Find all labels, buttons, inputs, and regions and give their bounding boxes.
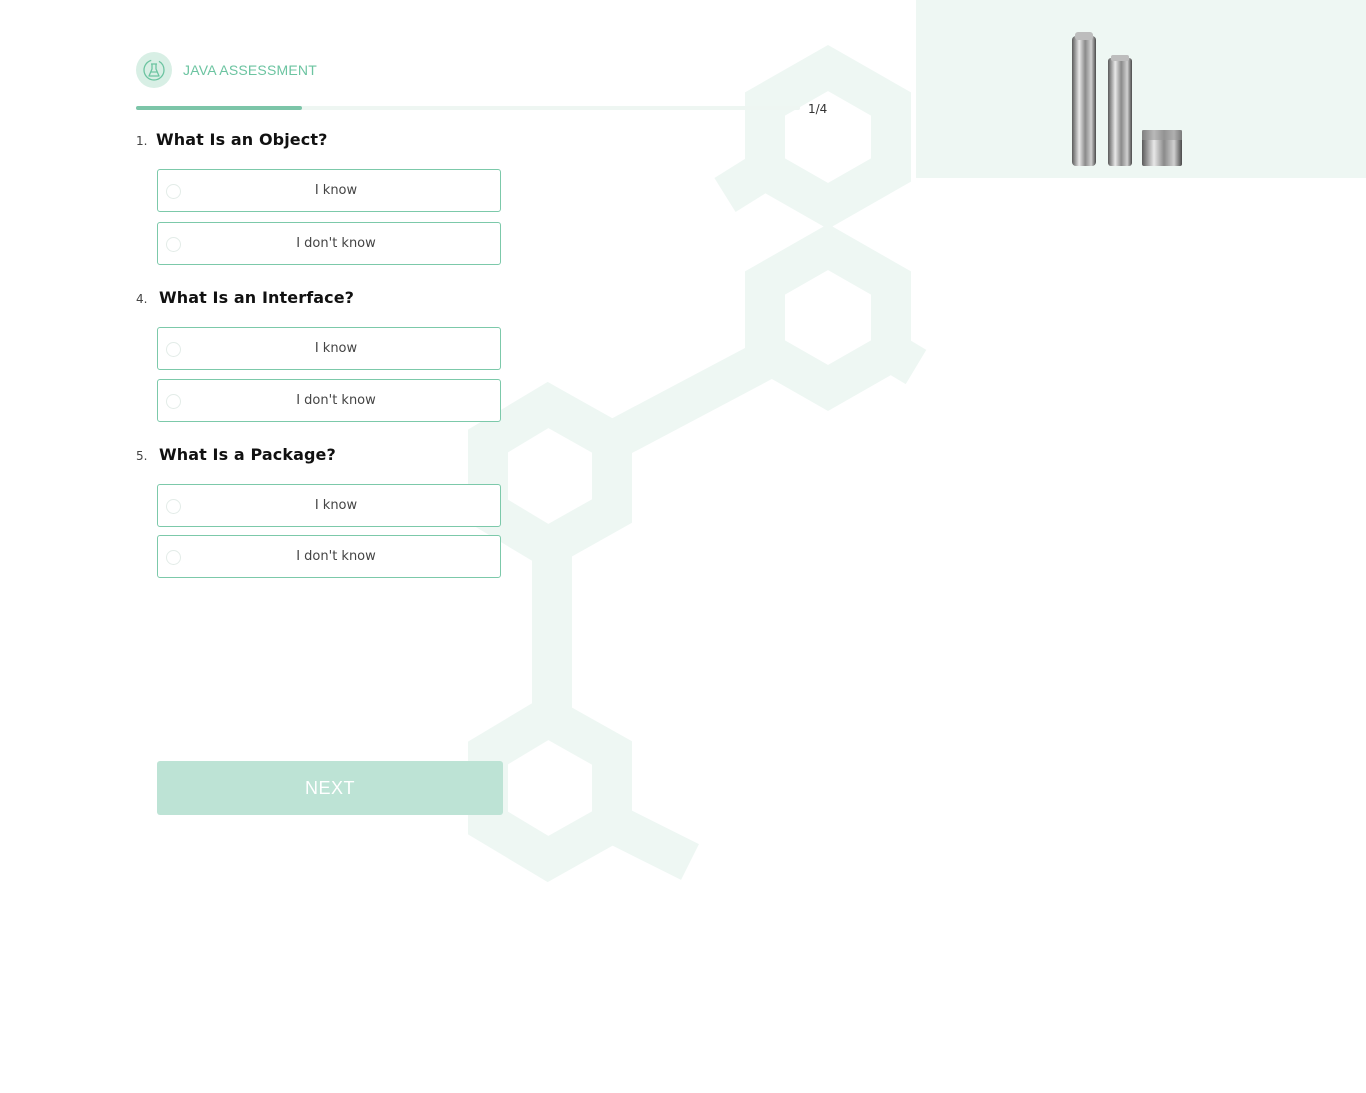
progress-bar xyxy=(136,106,800,110)
assessment-title: JAVA ASSESSMENT xyxy=(183,62,317,78)
answer-option-label: I don't know xyxy=(296,393,376,408)
answer-option-label: I don't know xyxy=(296,236,376,251)
answer-option-i-know[interactable]: I know xyxy=(157,169,501,212)
question-number: 5. xyxy=(136,449,148,463)
answer-option-i-dont-know[interactable]: I don't know xyxy=(157,379,501,422)
assessment-page: JAVA ASSESSMENT 1/4 1. What Is an Object… xyxy=(0,0,1366,1093)
question-text: What Is an Interface? xyxy=(159,288,355,307)
question-5: 5. What Is a Package? I know I don't kno… xyxy=(136,445,516,578)
answer-option-label: I know xyxy=(314,183,358,198)
question-text: What Is an Object? xyxy=(156,130,328,149)
product-bottles-image xyxy=(1072,32,1182,166)
question-heading: 5. What Is a Package? xyxy=(136,445,516,467)
flask-cycle-icon xyxy=(136,52,172,88)
next-button[interactable]: NEXT xyxy=(157,761,503,815)
answer-option-i-know[interactable]: I know xyxy=(157,327,501,370)
question-heading: 1. What Is an Object? xyxy=(136,130,516,152)
answer-option-i-dont-know[interactable]: I don't know xyxy=(157,535,501,578)
question-number: 1. xyxy=(136,134,148,148)
brand-header: JAVA ASSESSMENT xyxy=(136,52,317,88)
question-1: 1. What Is an Object? I know I don't kno… xyxy=(136,130,516,265)
question-text: What Is a Package? xyxy=(159,445,336,464)
question-4: 4. What Is an Interface? I know I don't … xyxy=(136,288,516,422)
answer-option-label: I know xyxy=(314,341,358,356)
progress-bar-fill xyxy=(136,106,302,110)
progress-counter: 1/4 xyxy=(808,102,828,116)
answer-option-i-dont-know[interactable]: I don't know xyxy=(157,222,501,265)
answer-option-label: I know xyxy=(314,498,358,513)
answer-option-i-know[interactable]: I know xyxy=(157,484,501,527)
question-number: 4. xyxy=(136,292,148,306)
answer-option-label: I don't know xyxy=(296,549,376,564)
question-heading: 4. What Is an Interface? xyxy=(136,288,516,310)
